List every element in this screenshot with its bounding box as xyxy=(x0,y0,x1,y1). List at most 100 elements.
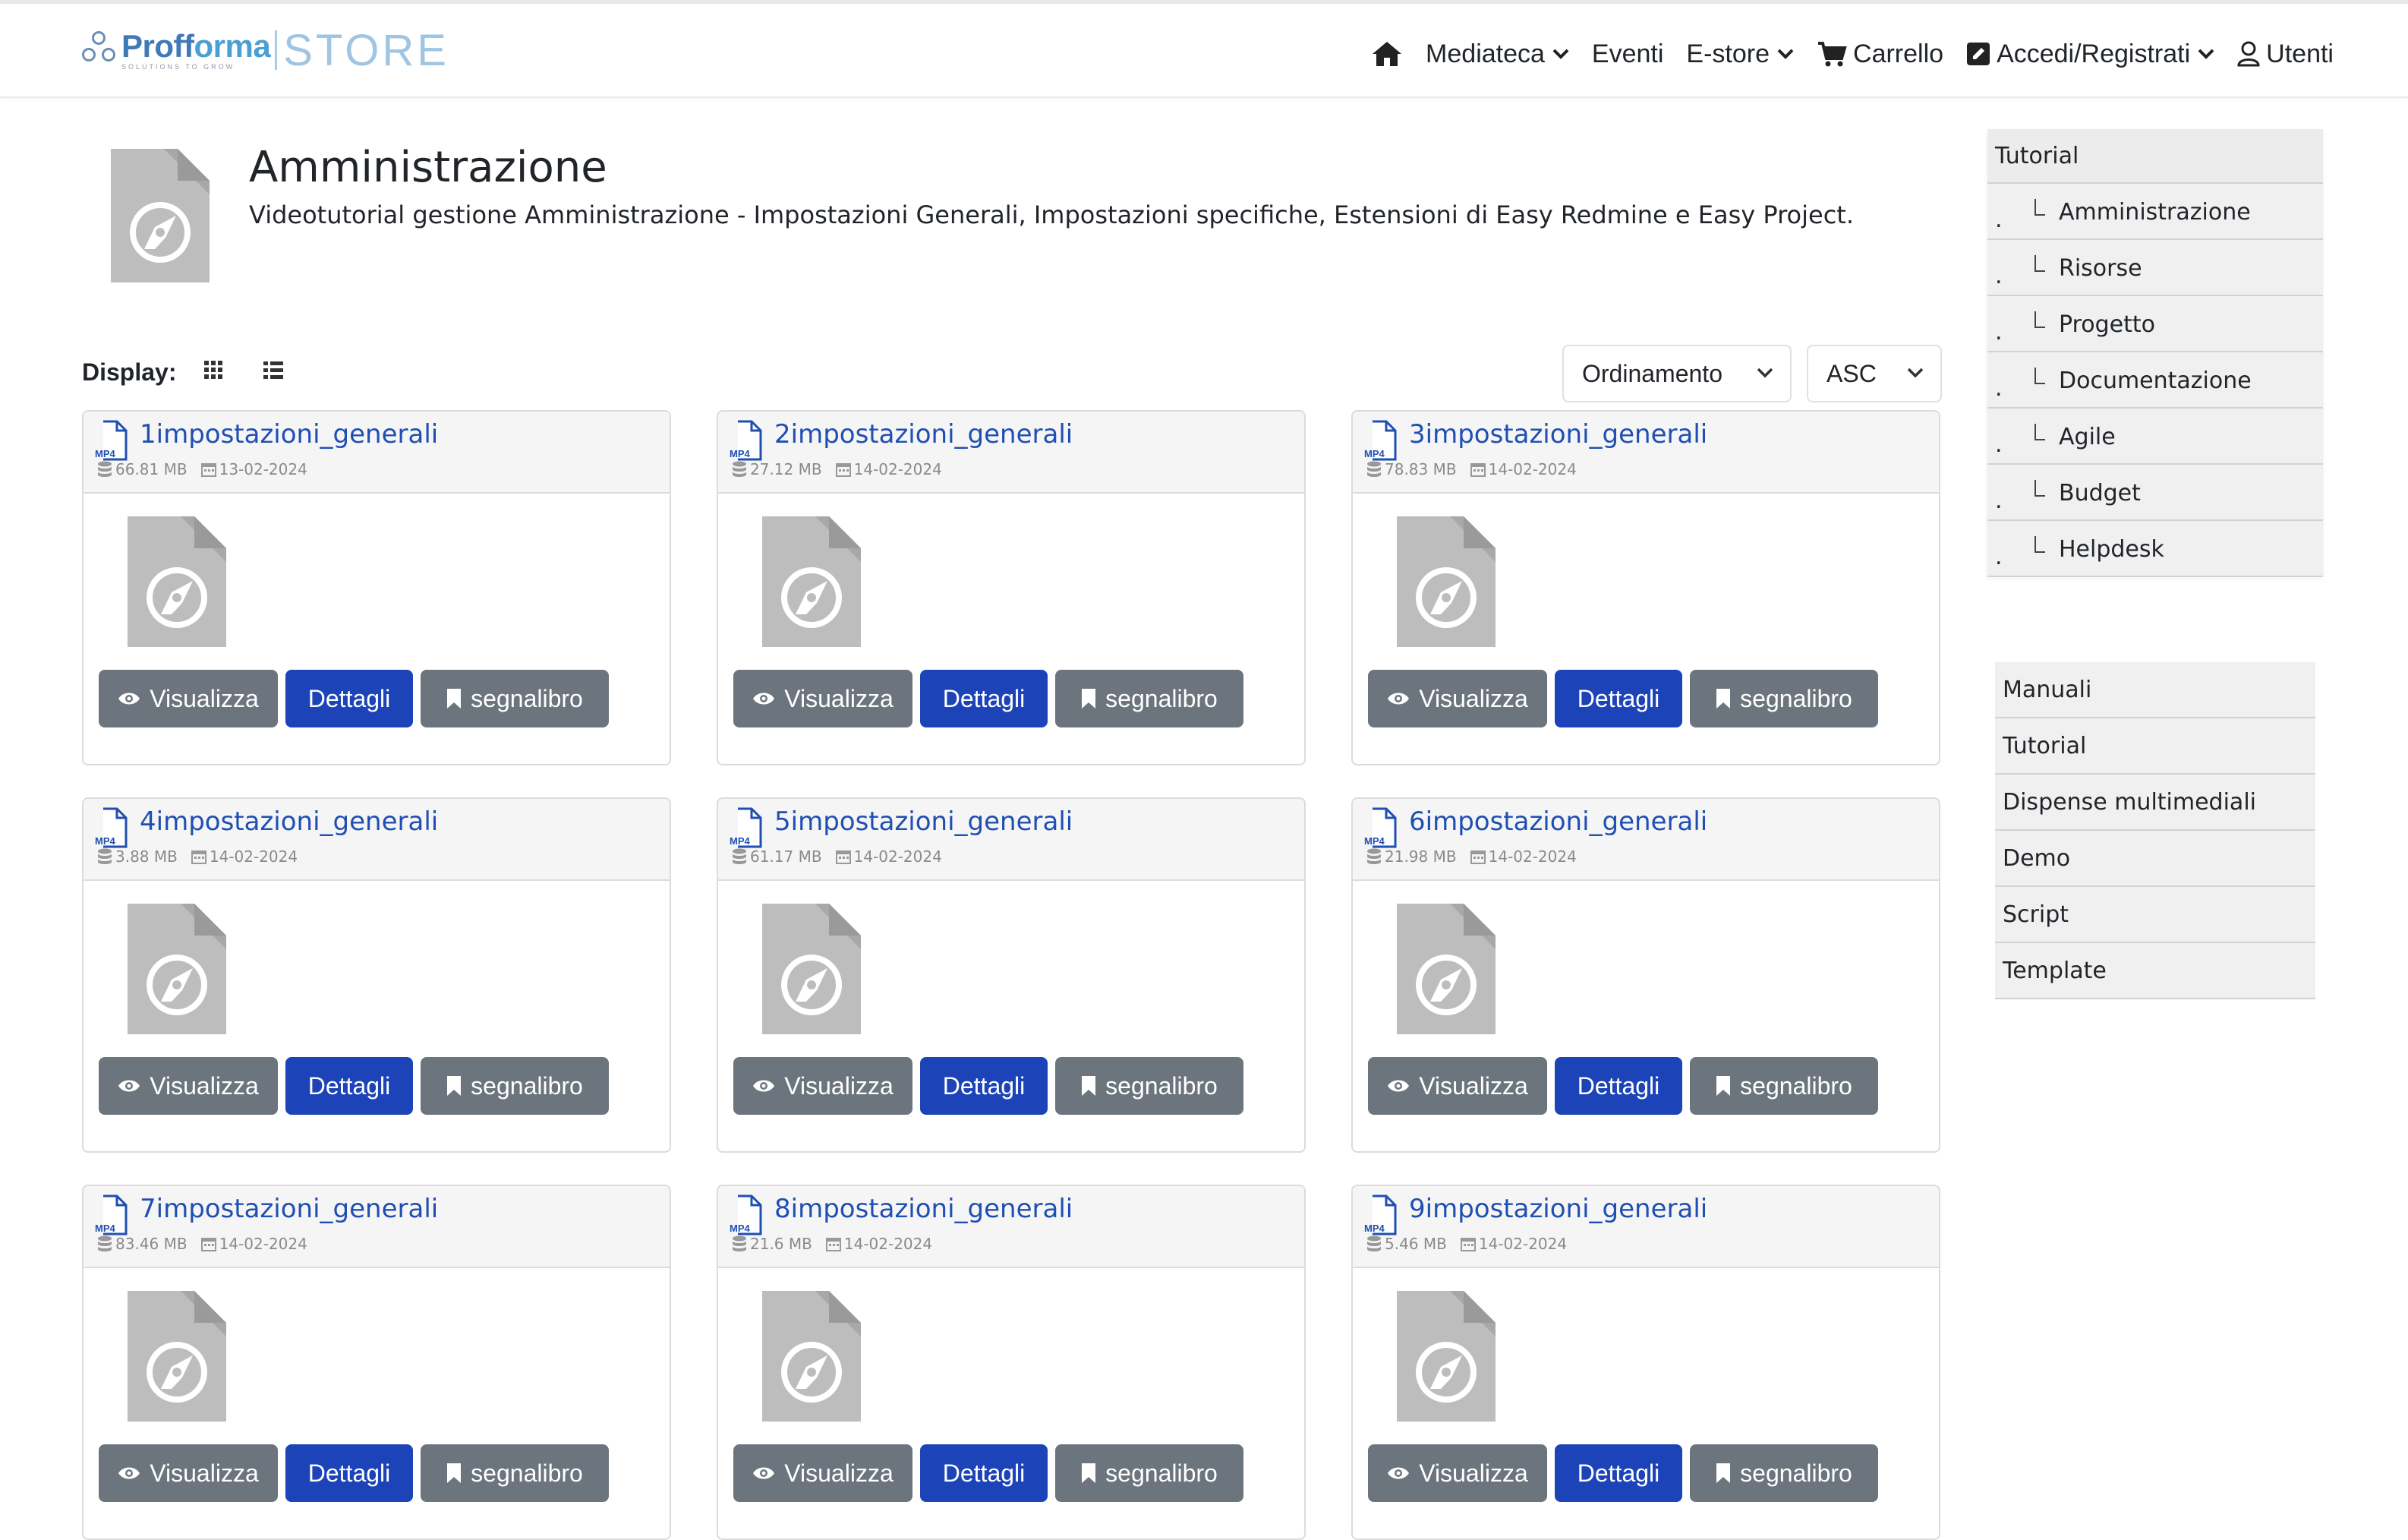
nav-e-store[interactable]: E-store xyxy=(1686,39,1794,69)
sort-select[interactable]: Ordinamento xyxy=(1562,345,1792,402)
view-button[interactable]: Visualizza xyxy=(733,1057,912,1115)
file-date: 13-02-2024 xyxy=(219,460,307,478)
video-thumbnail-icon[interactable] xyxy=(762,1291,861,1422)
main-nav: Mediateca Eventi E-store Carrello Accedi… xyxy=(1348,25,2334,83)
nav-login[interactable]: Accedi/Registrati xyxy=(1966,39,2214,69)
sidebar-category-item[interactable]: Dispense multimediali xyxy=(1995,775,2315,831)
video-thumbnail-icon[interactable] xyxy=(128,516,226,647)
svg-text:MP4: MP4 xyxy=(95,835,116,847)
sidebar-category-item[interactable]: Script xyxy=(1995,887,2315,943)
sidebar-tree-item[interactable]: . Budget xyxy=(1987,465,2323,521)
sidebar-tree-item[interactable]: . Amministrazione xyxy=(1987,184,2323,240)
sidebar-category-item[interactable]: Tutorial xyxy=(1995,718,2315,775)
details-button[interactable]: Dettagli xyxy=(285,670,413,727)
video-thumbnail-icon[interactable] xyxy=(762,904,861,1034)
sidebar-tree-label: Documentazione xyxy=(2059,368,2252,394)
mp4-file-icon: MP4 xyxy=(730,420,762,461)
calendar-icon xyxy=(1470,463,1486,477)
brand-logo[interactable]: Profforma SOLUTIONS TO GROW STORE xyxy=(80,25,449,75)
svg-text:MP4: MP4 xyxy=(1364,1223,1385,1234)
nav-eventi[interactable]: Eventi xyxy=(1592,39,1664,69)
view-button[interactable]: Visualizza xyxy=(733,1444,912,1502)
sidebar-tree-label: Budget xyxy=(2059,480,2141,506)
view-button[interactable]: Visualizza xyxy=(733,670,912,727)
card-title-link[interactable]: 6impostazioni_generali xyxy=(1409,806,1707,837)
card-title-link[interactable]: 2impostazioni_generali xyxy=(774,419,1073,450)
bookmark-button[interactable]: segnalibro xyxy=(1055,670,1243,727)
details-button[interactable]: Dettagli xyxy=(1555,1444,1682,1502)
video-thumbnail-icon[interactable] xyxy=(762,516,861,647)
sidebar-tree-item[interactable]: . Agile xyxy=(1987,409,2323,465)
details-button[interactable]: Dettagli xyxy=(1555,670,1682,727)
card-title-link[interactable]: 4impostazioni_generali xyxy=(140,806,438,837)
details-button[interactable]: Dettagli xyxy=(920,1057,1048,1115)
login-icon xyxy=(1967,43,1990,65)
mp4-file-icon: MP4 xyxy=(95,420,128,461)
file-size: 3.88 MB xyxy=(115,847,178,866)
view-button[interactable]: Visualizza xyxy=(1368,1444,1547,1502)
home-icon xyxy=(1373,42,1402,66)
tree-bullet: . xyxy=(1995,488,2003,514)
sidebar-category-item[interactable]: Manuali xyxy=(1995,662,2315,718)
sidebar-category-item[interactable]: Template xyxy=(1995,943,2315,999)
order-select[interactable]: ASC xyxy=(1807,345,1942,402)
file-date: 14-02-2024 xyxy=(843,1235,933,1253)
mp4-file-icon: MP4 xyxy=(1364,1194,1397,1235)
view-button[interactable]: Visualizza xyxy=(99,1057,278,1115)
card-header: MP4 3impostazioni_generali 78.83 MB 14-0… xyxy=(1353,412,1939,494)
nav-carrello[interactable]: Carrello xyxy=(1817,39,1943,69)
details-button[interactable]: Dettagli xyxy=(920,1444,1048,1502)
bookmark-icon xyxy=(1716,689,1731,708)
tree-branch-icon xyxy=(2035,480,2045,497)
card-title-link[interactable]: 7impostazioni_generali xyxy=(140,1194,438,1224)
card-title-link[interactable]: 3impostazioni_generali xyxy=(1409,419,1707,450)
bookmark-button[interactable]: segnalibro xyxy=(1690,1444,1878,1502)
sidebar-tree-item[interactable]: . Risorse xyxy=(1987,240,2323,296)
card-title-link[interactable]: 8impostazioni_generali xyxy=(774,1194,1073,1224)
video-thumbnail-icon[interactable] xyxy=(128,1291,226,1422)
card-title-link[interactable]: 9impostazioni_generali xyxy=(1409,1194,1707,1224)
bookmark-button[interactable]: segnalibro xyxy=(421,1057,609,1115)
chevron-down-icon xyxy=(1777,49,1794,59)
video-thumbnail-icon[interactable] xyxy=(1397,1291,1496,1422)
details-button[interactable]: Dettagli xyxy=(920,670,1048,727)
view-button[interactable]: Visualizza xyxy=(1368,1057,1547,1115)
bookmark-button[interactable]: segnalibro xyxy=(421,1444,609,1502)
card-title-link[interactable]: 5impostazioni_generali xyxy=(774,806,1073,837)
details-button[interactable]: Dettagli xyxy=(285,1444,413,1502)
bookmark-button[interactable]: segnalibro xyxy=(1055,1444,1243,1502)
sidebar-tree-label: Helpdesk xyxy=(2059,536,2164,563)
view-button[interactable]: Visualizza xyxy=(99,1444,278,1502)
sidebar-tree-item[interactable]: . Documentazione xyxy=(1987,352,2323,409)
view-button[interactable]: Visualizza xyxy=(99,670,278,727)
list-view-icon[interactable] xyxy=(263,360,284,380)
video-thumbnail-icon[interactable] xyxy=(1397,904,1496,1034)
sidebar-tree-header[interactable]: Tutorial xyxy=(1987,129,2323,184)
grid-view-icon[interactable] xyxy=(203,360,223,380)
nav-utenti[interactable]: Utenti xyxy=(2237,39,2334,69)
bookmark-button[interactable]: segnalibro xyxy=(1690,1057,1878,1115)
eye-icon xyxy=(1388,1467,1410,1479)
details-button[interactable]: Dettagli xyxy=(1555,1057,1682,1115)
sidebar-tree-item[interactable]: . Progetto xyxy=(1987,296,2323,352)
bookmark-button[interactable]: segnalibro xyxy=(1690,670,1878,727)
sidebar-category-item[interactable]: Demo xyxy=(1995,831,2315,887)
category-thumbnail-icon xyxy=(111,149,210,282)
tree-branch-icon xyxy=(2035,255,2045,272)
video-thumbnail-icon[interactable] xyxy=(1397,516,1496,647)
sidebar-tutorial-tree: Tutorial . Amministrazione. Risorse. Proget… xyxy=(1987,129,2323,577)
video-thumbnail-icon[interactable] xyxy=(128,904,226,1034)
view-button[interactable]: Visualizza xyxy=(1368,670,1547,727)
bookmark-icon xyxy=(1082,1463,1096,1483)
bookmark-button[interactable]: segnalibro xyxy=(421,670,609,727)
details-button[interactable]: Dettagli xyxy=(285,1057,413,1115)
bookmark-button[interactable]: segnalibro xyxy=(1055,1057,1243,1115)
nav-home[interactable] xyxy=(1371,40,1403,68)
sidebar-tree-item[interactable]: . Helpdesk xyxy=(1987,521,2323,577)
logo-icon xyxy=(80,30,117,71)
media-card: MP4 2impostazioni_generali 27.12 MB 14-0… xyxy=(717,410,1306,765)
card-title-link[interactable]: 1impostazioni_generali xyxy=(140,419,438,450)
file-date: 14-02-2024 xyxy=(853,847,942,866)
nav-mediateca[interactable]: Mediateca xyxy=(1426,39,1569,69)
file-date: 14-02-2024 xyxy=(1488,460,1577,478)
